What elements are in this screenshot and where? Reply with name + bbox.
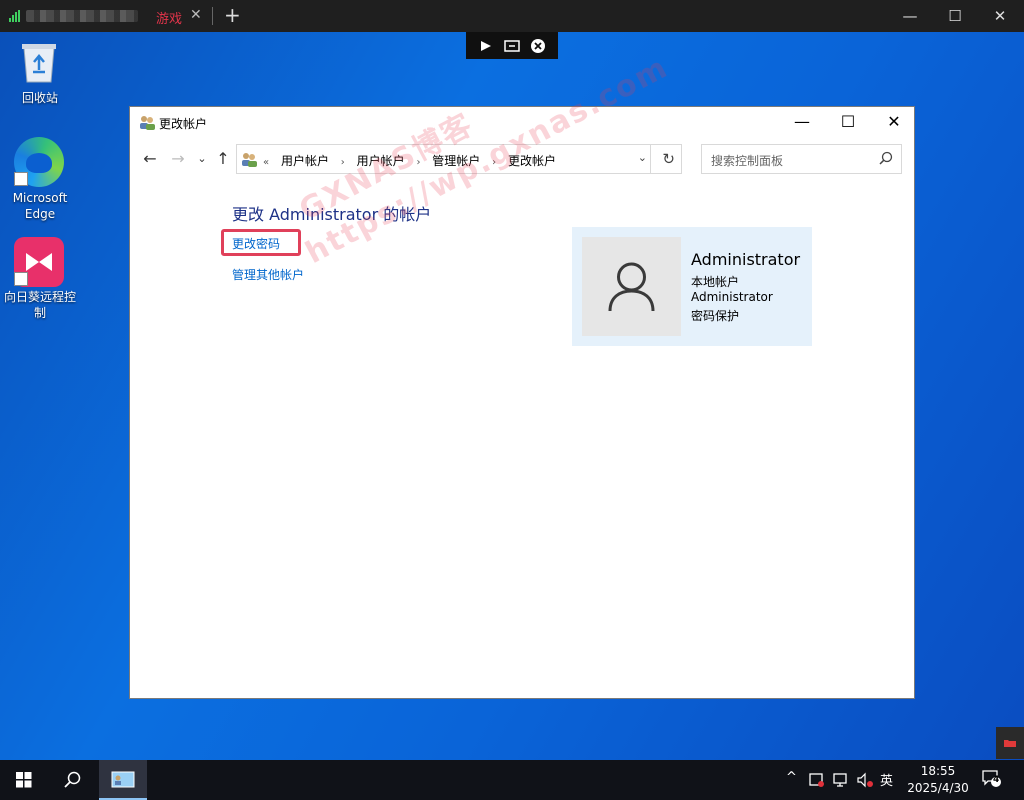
desktop-icon-label: 回收站 [21, 91, 58, 105]
minimize-button[interactable]: — [779, 107, 825, 137]
search-icon[interactable] [879, 151, 893, 165]
tab-close-icon[interactable]: ✕ [190, 7, 202, 23]
forward-button[interactable]: → [168, 149, 188, 169]
network-icon[interactable] [832, 772, 850, 788]
clock-date: 2025/4/30 [907, 781, 969, 795]
account-type: 本地帐户 [691, 275, 740, 289]
security-icon[interactable] [808, 772, 826, 788]
clock-time: 18:55 [920, 764, 956, 778]
refresh-button[interactable]: ↻ [662, 150, 675, 168]
address-divider [650, 145, 651, 173]
window-title: 更改帐户 [159, 117, 208, 131]
signal-icon [9, 10, 20, 22]
maximize-button[interactable]: ☐ [825, 107, 871, 137]
shortcut-arrow-icon [14, 272, 28, 286]
resize-icon[interactable] [504, 38, 520, 54]
new-tab-button[interactable]: + [224, 3, 241, 27]
volume-muted-icon[interactable] [856, 772, 874, 788]
tray-overflow-chevron[interactable]: ^ [786, 770, 797, 785]
account-name: Administrator [691, 250, 801, 269]
user-accounts-icon [140, 116, 155, 130]
close-button[interactable]: ✕ [871, 107, 917, 137]
control-panel-icon [111, 771, 135, 788]
desktop-icon-label: 向日葵远程控制 [3, 290, 76, 320]
desktop-icon-sunlogin[interactable]: 向日葵远程控制 [0, 289, 80, 321]
breadcrumb-overflow[interactable]: « [263, 157, 269, 168]
notification-badge: 4 [993, 775, 1000, 785]
address-dropdown-button[interactable]: ⌄ [638, 151, 647, 164]
pin-icon[interactable] [478, 38, 494, 54]
remote-session-bar: 游戏 ✕ + — ☐ ✕ [0, 0, 1024, 32]
remote-minimize-button[interactable]: — [898, 4, 922, 28]
change-password-link[interactable]: 更改密码 [232, 235, 280, 252]
disconnect-icon[interactable] [530, 38, 546, 54]
user-accounts-icon [242, 153, 257, 167]
remote-maximize-button[interactable]: ☐ [943, 4, 967, 28]
remote-close-button[interactable]: ✕ [988, 4, 1012, 28]
search-placeholder: 搜索控制面板 [711, 154, 784, 168]
taskbar-search-button[interactable] [48, 760, 96, 800]
desktop-icon-edge[interactable]: Microsoft Edge [0, 190, 80, 222]
account-username: Administrator [691, 290, 773, 304]
account-status: 密码保护 [691, 309, 740, 323]
taskbar-control-panel-app[interactable] [99, 760, 147, 800]
avatar [582, 237, 681, 336]
tab-divider [212, 7, 213, 25]
clock[interactable]: 18:55 2025/4/30 [898, 763, 978, 797]
account-card: Administrator 本地帐户 Administrator 密码保护 [572, 227, 812, 346]
floating-toolbar [466, 32, 558, 59]
input-method-indicator[interactable]: 英 [880, 770, 893, 789]
desktop-icon-label: Microsoft Edge [12, 191, 68, 221]
search-icon [64, 771, 81, 788]
desktop-icon-recycle-bin[interactable]: 回收站 [0, 90, 80, 106]
side-folder-button[interactable] [996, 727, 1024, 759]
search-box[interactable]: 搜索控制面板 [701, 144, 902, 174]
up-button[interactable]: ↑ [213, 149, 233, 169]
start-button[interactable] [0, 760, 48, 800]
recent-locations-button[interactable]: ⌄ [192, 149, 212, 169]
user-icon [608, 262, 655, 312]
notification-center-button[interactable]: 4 [982, 770, 1002, 788]
taskbar: ^ 英 18:55 2025/4/30 4 [0, 760, 1024, 800]
manage-other-accounts-link[interactable]: 管理其他帐户 [232, 266, 304, 283]
shortcut-arrow-icon [14, 172, 28, 186]
breadcrumb-item[interactable]: 用户帐户 [281, 154, 329, 168]
blurred-host-name [26, 10, 138, 22]
recycle-bin-icon[interactable] [20, 40, 58, 84]
remote-tab-label[interactable]: 游戏 [156, 8, 182, 27]
change-account-window: 更改帐户 — ☐ ✕ ← → ⌄ ↑ « 用户帐户 › 用户帐户 › 管理帐户 … [129, 106, 915, 699]
back-button[interactable]: ← [140, 149, 160, 169]
windows-logo-icon [16, 772, 32, 788]
